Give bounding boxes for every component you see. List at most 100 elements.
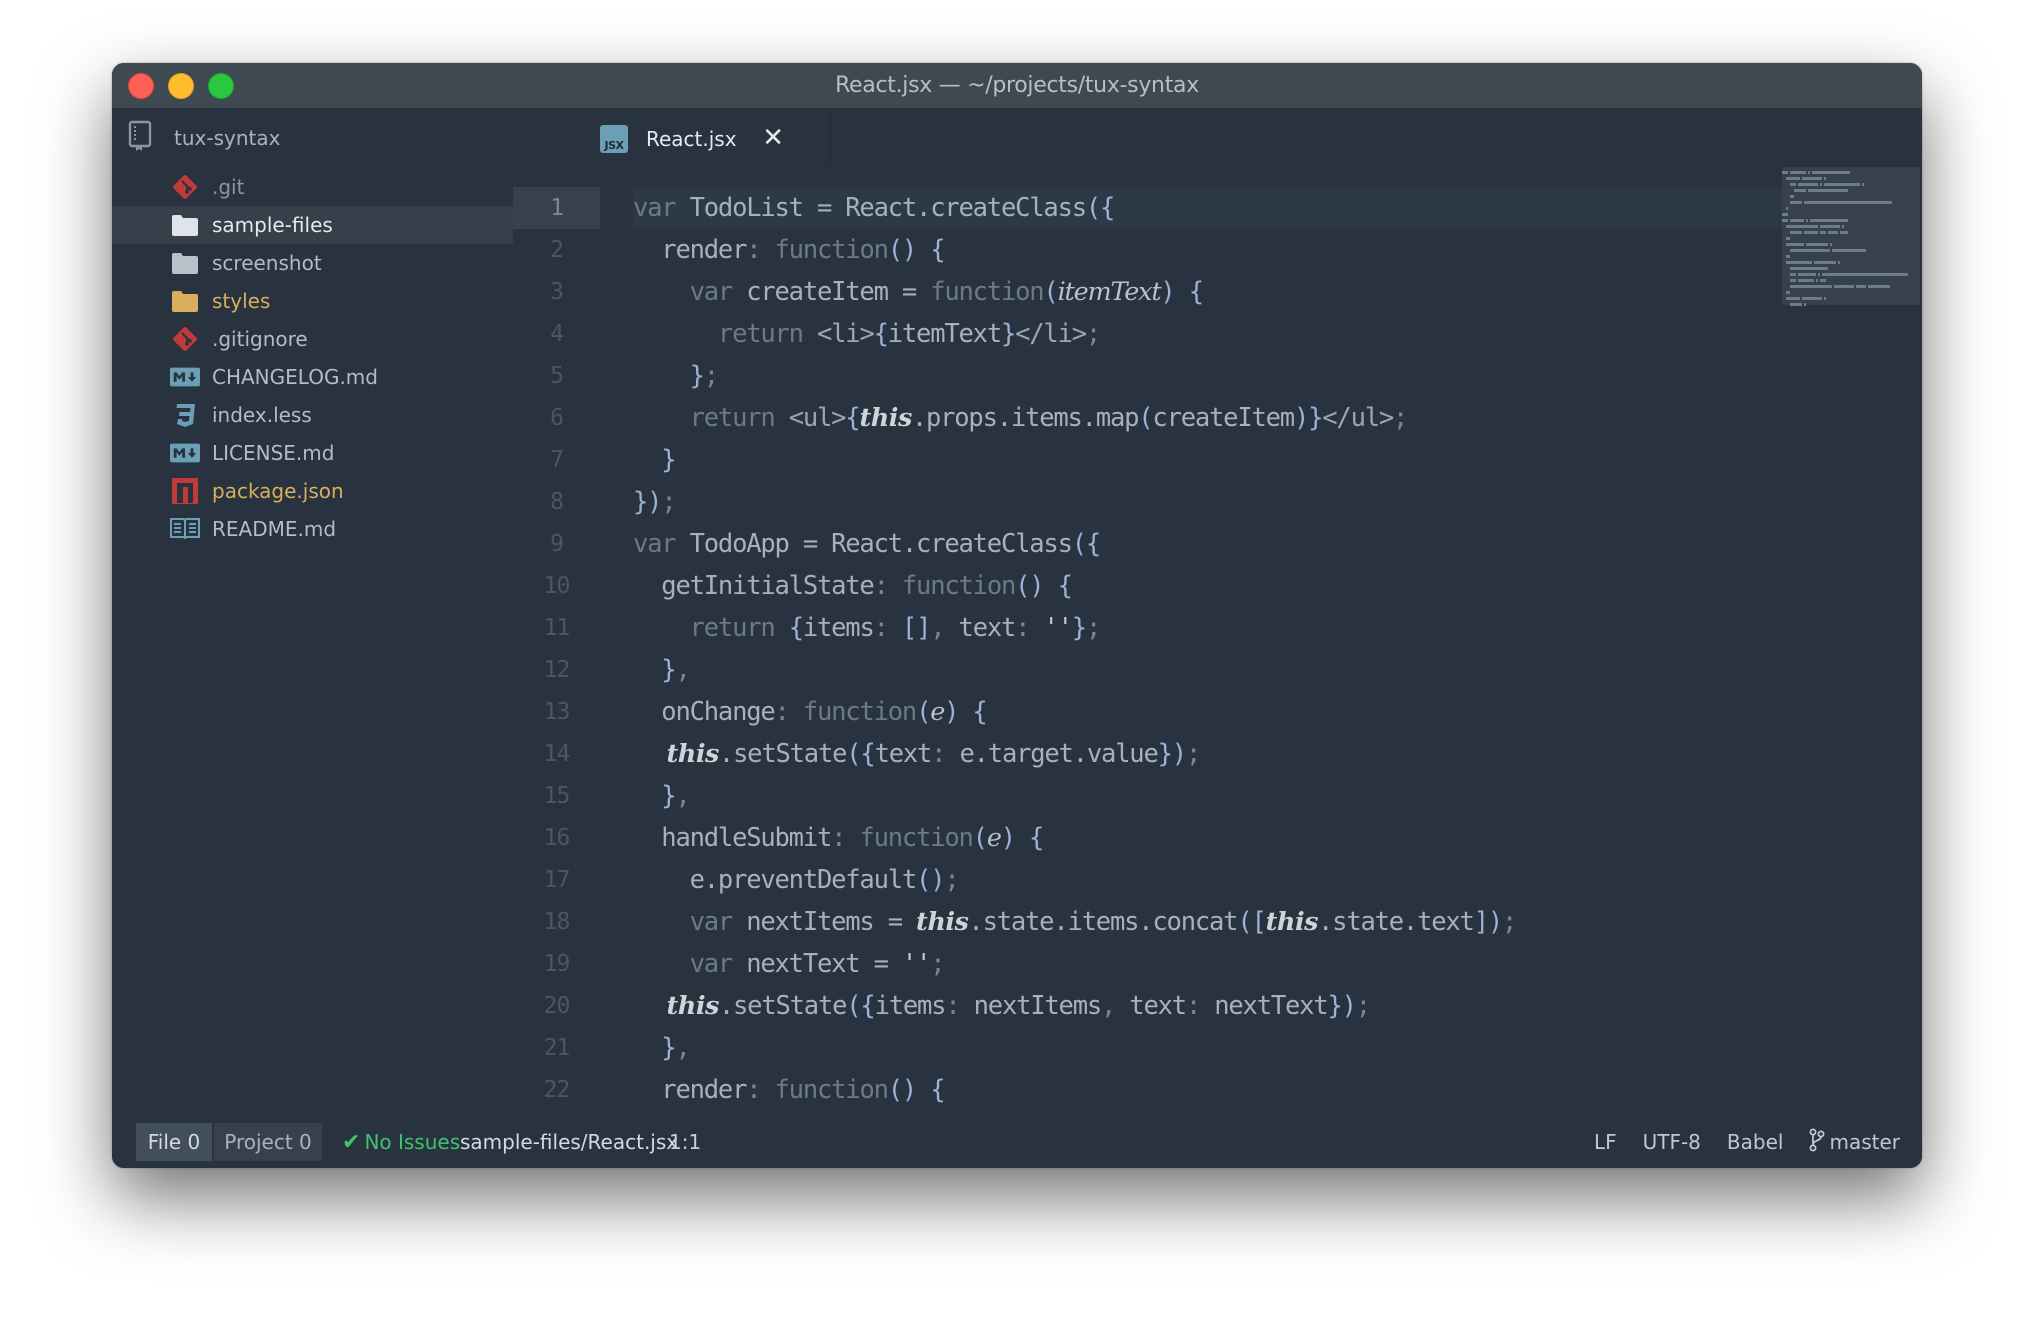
line-number[interactable]: 22 (513, 1069, 600, 1108)
code-editor[interactable]: 1 var TodoList = React.createClass({2 ren… (513, 167, 1922, 1108)
encoding-selector[interactable]: UTF-8 (1643, 1130, 1701, 1154)
code-token: .state.items.concat (968, 907, 1238, 937)
code-line[interactable]: 1 var TodoList = React.createClass({ (513, 187, 1922, 229)
title-bar[interactable]: React.jsx — ~/projects/tux-syntax (112, 63, 1922, 108)
code-line[interactable]: 4 return <li>{itemText}</li>; (513, 313, 1922, 355)
line-number[interactable]: 3 (513, 271, 600, 313)
line-number[interactable]: 9 (513, 523, 600, 565)
line-number[interactable]: 18 (513, 901, 600, 943)
tree-item[interactable]: package.json (112, 472, 513, 510)
minimap-row (1782, 171, 1850, 174)
line-number[interactable]: 8 (513, 481, 600, 523)
code-line[interactable]: 9 var TodoApp = React.createClass({ (513, 523, 1922, 565)
code-token: : (746, 1075, 775, 1105)
tree-item[interactable]: LICENSE.md (112, 434, 513, 472)
line-number[interactable]: 11 (513, 607, 600, 649)
tree-item[interactable]: index.less (112, 396, 513, 434)
line-number[interactable]: 12 (513, 649, 600, 691)
line-number[interactable]: 14 (513, 733, 600, 775)
tree-item[interactable]: README.md (112, 510, 513, 548)
linter-project-tab[interactable]: Project 0 (214, 1123, 322, 1161)
line-number[interactable]: 2 (513, 229, 600, 271)
code-text: var nextItems = this.state.items.concat(… (633, 901, 1518, 943)
grammar-selector[interactable]: Babel (1727, 1130, 1784, 1154)
code-line[interactable]: 12 }, (513, 649, 1922, 691)
minimap-segment (1790, 267, 1828, 270)
code-token: } (1071, 613, 1087, 643)
line-ending-selector[interactable]: LF (1594, 1130, 1617, 1154)
minimap-segment (1790, 201, 1802, 204)
minimap-row (1790, 249, 1866, 252)
code-line[interactable]: 17 e.preventDefault(); (513, 859, 1922, 901)
code-token: () (916, 865, 946, 895)
tree-item[interactable]: CHANGELOG.md (112, 358, 513, 396)
minimap-segment (1824, 183, 1860, 186)
line-number[interactable]: 5 (513, 355, 600, 397)
code-line[interactable]: 16 handleSubmit: function(e) { (513, 817, 1922, 859)
project-name: tux-syntax (174, 126, 281, 150)
code-line[interactable]: 18 var nextItems = this.state.items.conc… (513, 901, 1922, 943)
line-number[interactable]: 15 (513, 775, 600, 817)
code-line[interactable]: 3 var createItem = function(itemText) { (513, 271, 1922, 313)
tree-item[interactable]: .gitignore (112, 320, 513, 358)
minimap-segment (1808, 189, 1848, 192)
line-number[interactable]: 21 (513, 1027, 600, 1069)
code-line[interactable]: 7 } (513, 439, 1922, 481)
code-line[interactable]: 22 render: function() { (513, 1069, 1922, 1108)
close-tab-icon[interactable]: ✕ (762, 124, 784, 152)
code-line[interactable]: 13 onChange: function(e) { (513, 691, 1922, 733)
line-number[interactable]: 6 (513, 397, 600, 439)
code-line[interactable]: 20 this.setState({items: nextItems, text… (513, 985, 1922, 1027)
tree-item[interactable]: screenshot (112, 244, 513, 282)
code-line[interactable]: 10 getInitialState: function() { (513, 565, 1922, 607)
code-token: nextText = (746, 949, 902, 979)
tree-item[interactable]: .git (112, 168, 513, 206)
code-token: getInitialState (633, 571, 874, 601)
code-token: text (1129, 991, 1187, 1021)
linter-status[interactable]: ✔ No Issues (342, 1123, 460, 1161)
line-number[interactable]: 7 (513, 439, 600, 481)
line-number[interactable]: 19 (513, 943, 600, 985)
code-text: var TodoList = React.createClass({ (633, 187, 1115, 229)
minimap-row (1782, 213, 1788, 216)
code-token: TodoList = React.createClass (689, 193, 1087, 223)
code-token: var (633, 529, 690, 559)
minimap-row (1786, 237, 1790, 240)
code-text: return <ul>{this.props.items.map(createI… (633, 397, 1409, 439)
code-line[interactable]: 21 }, (513, 1027, 1922, 1069)
code-line[interactable]: 8}); (513, 481, 1922, 523)
minimap-row (1786, 291, 1790, 294)
cursor-position[interactable]: 1:1 (669, 1123, 701, 1161)
line-number[interactable]: 16 (513, 817, 600, 859)
line-number[interactable]: 1 (513, 187, 600, 229)
code-token: var (633, 193, 690, 223)
file-path[interactable]: sample-files/React.jsx (460, 1123, 678, 1161)
code-token: var (633, 277, 747, 307)
code-token: handleSubmit (633, 823, 832, 853)
code-text: this.setState({items: nextItems, text: n… (633, 985, 1372, 1027)
code-line[interactable]: 19 var nextText = ''; (513, 943, 1922, 985)
git-branch[interactable]: master (1809, 1128, 1900, 1157)
code-line[interactable]: 14 this.setState({text: e.target.value})… (513, 733, 1922, 775)
minimap-segment (1782, 171, 1788, 174)
code-line[interactable]: 2 render: function() { (513, 229, 1922, 271)
code-line[interactable]: 5 }; (513, 355, 1922, 397)
code-line[interactable]: 6 return <ul>{this.props.items.map(creat… (513, 397, 1922, 439)
minimap-row (1790, 201, 1892, 204)
linter-file-tab[interactable]: File 0 (136, 1123, 212, 1161)
line-number[interactable]: 4 (513, 313, 600, 355)
code-text: render: function() { (633, 1069, 945, 1108)
tree-item[interactable]: sample-files (112, 206, 513, 244)
code-line[interactable]: 11 return {items: [], text: ''}; (513, 607, 1922, 649)
minimap[interactable] (1782, 167, 1920, 407)
tab-react-jsx[interactable]: JSX React.jsx ✕ (513, 111, 831, 167)
line-number[interactable]: 13 (513, 691, 600, 733)
code-line[interactable]: 15 }, (513, 775, 1922, 817)
line-number[interactable]: 10 (513, 565, 600, 607)
minimap-row (1790, 285, 1890, 288)
project-root[interactable]: tux-syntax (128, 120, 281, 154)
code-token: } (633, 361, 705, 391)
tree-item[interactable]: styles (112, 282, 513, 320)
line-number[interactable]: 17 (513, 859, 600, 901)
line-number[interactable]: 20 (513, 985, 600, 1027)
